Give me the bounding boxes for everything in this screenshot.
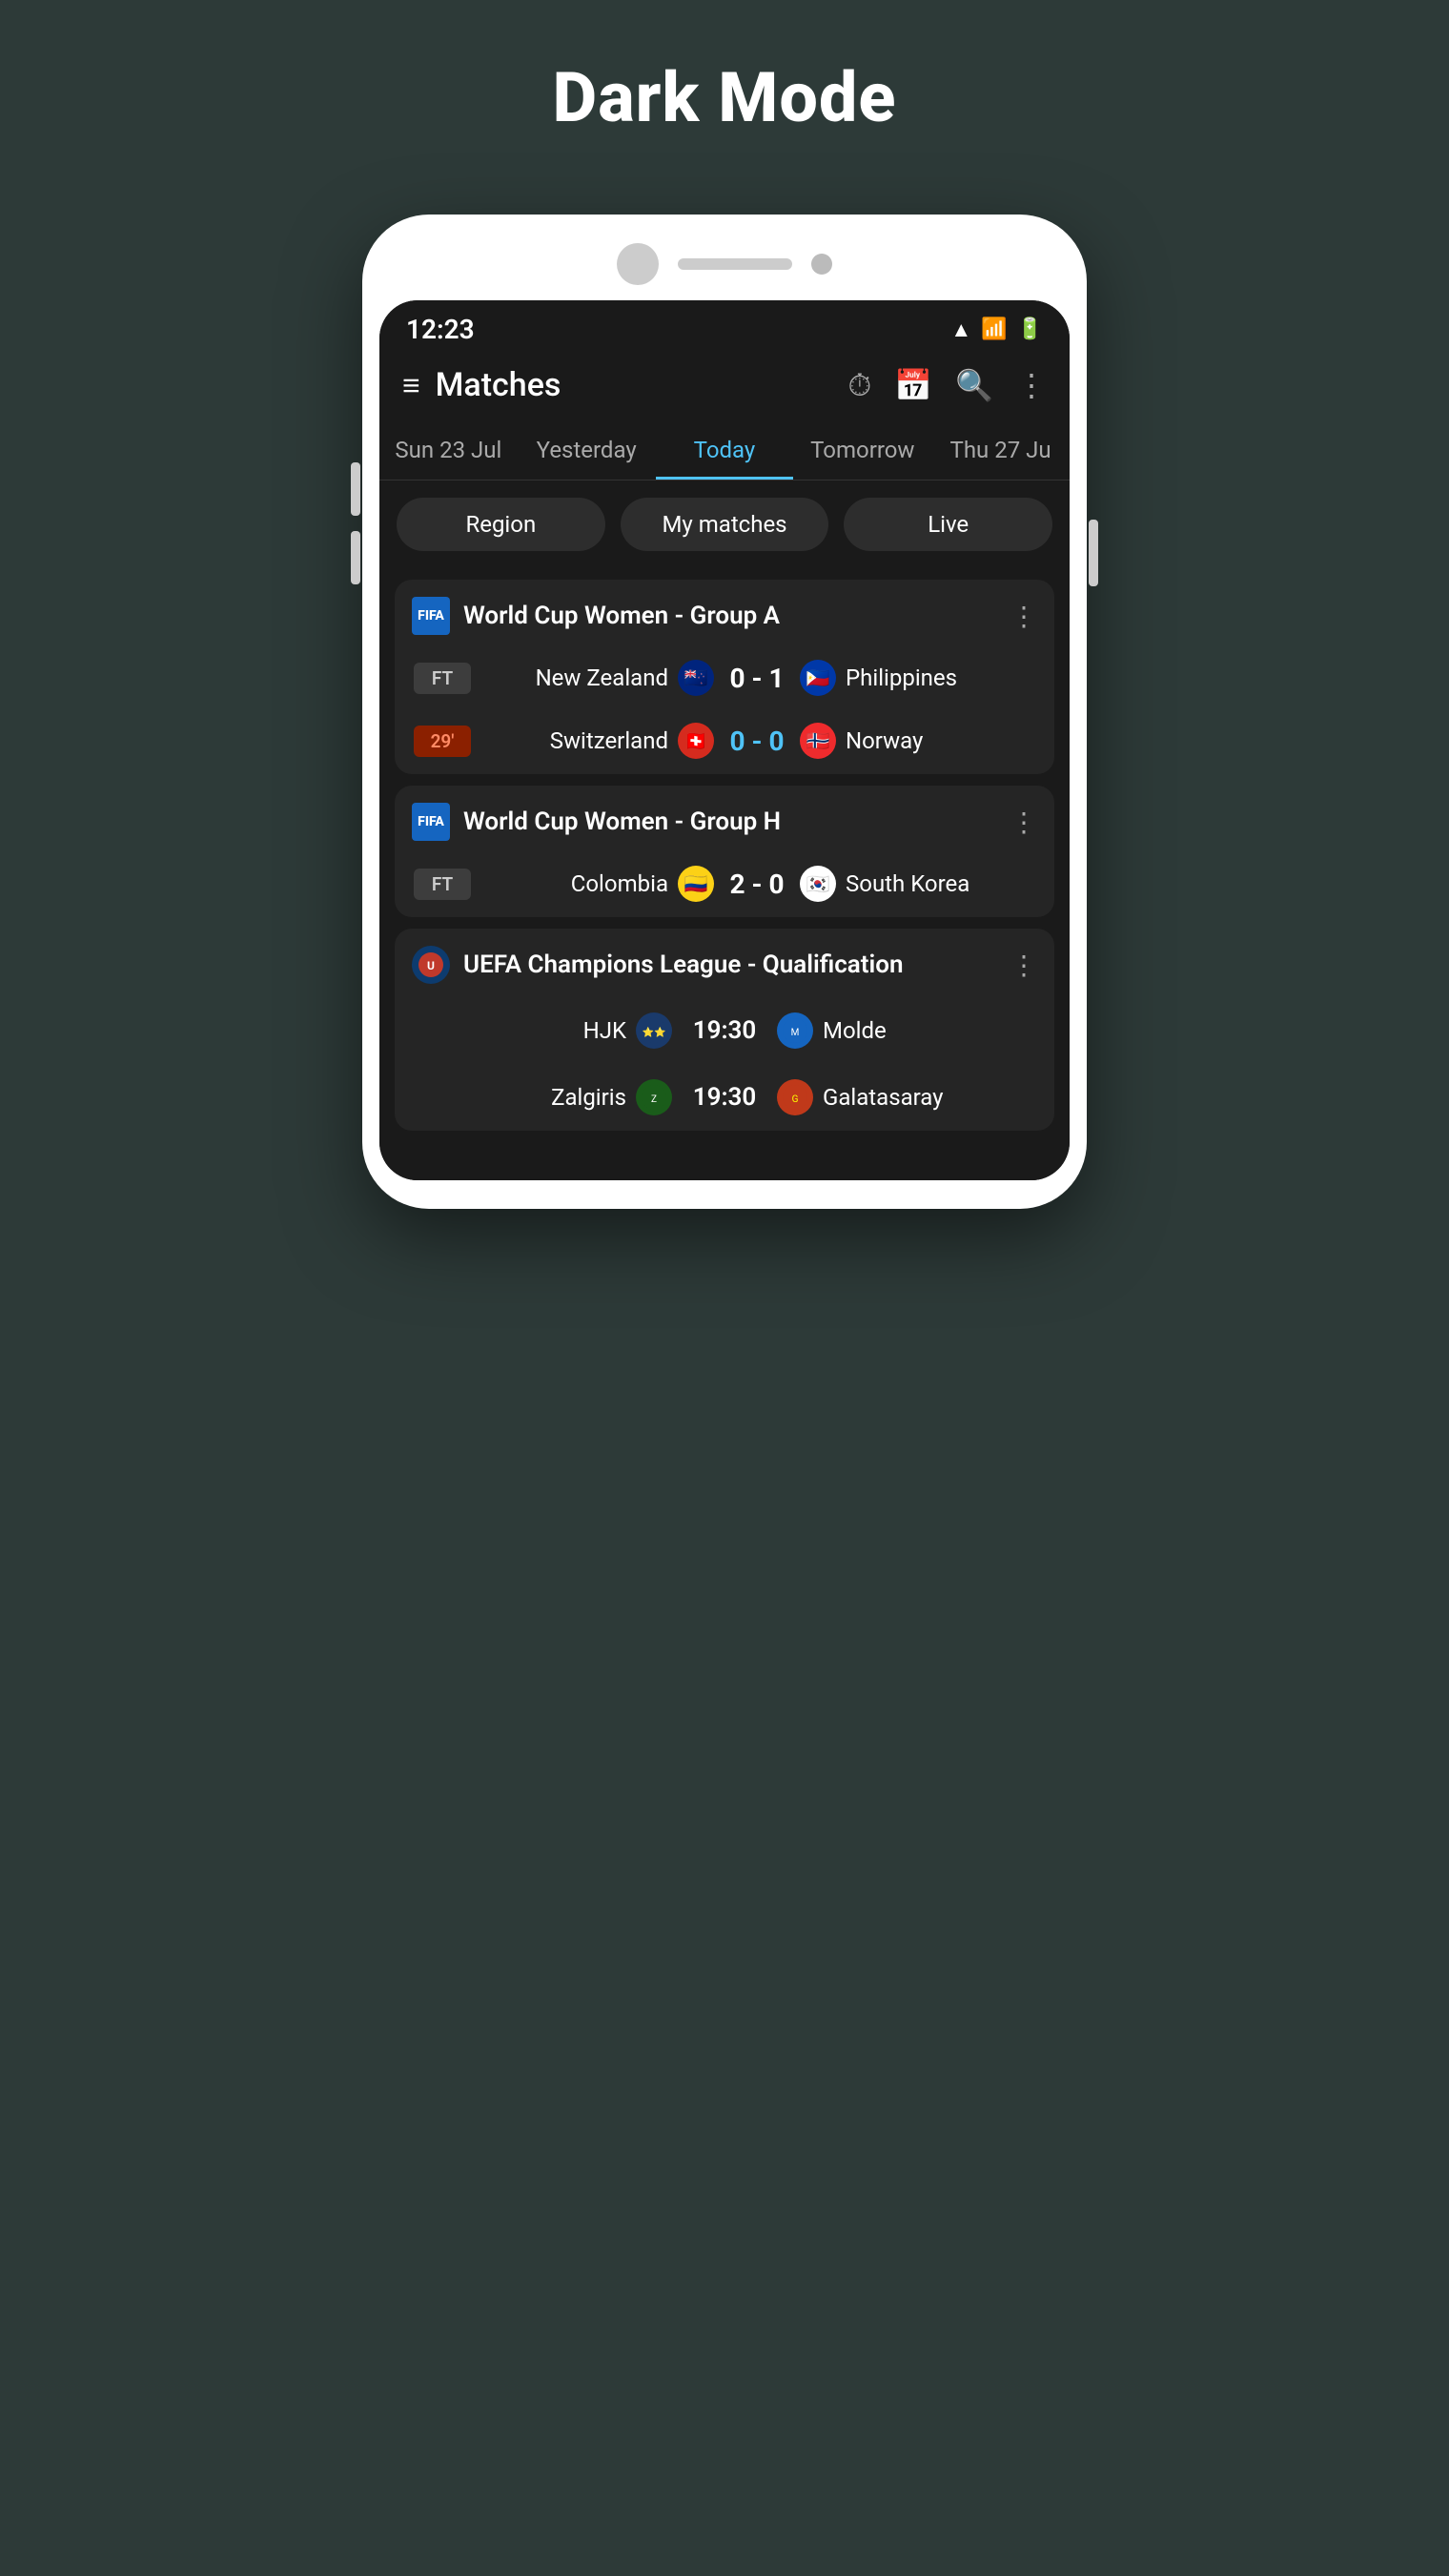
wifi-icon: ▲	[950, 317, 971, 342]
tab-today[interactable]: Today	[656, 418, 794, 480]
league-header-group-h: FIFA World Cup Women - Group H ⋮	[395, 786, 1054, 854]
volume-up-button	[351, 462, 360, 516]
svg-text:U: U	[427, 959, 435, 972]
league-title-group-a: World Cup Women - Group A	[463, 602, 997, 630]
sensor	[811, 254, 832, 275]
battery-icon: 🔋	[1017, 317, 1043, 341]
team-name-no: Norway	[846, 727, 923, 754]
match-row-ch-no[interactable]: 29' Switzerland 🇨🇭 0 - 0 🇳🇴 Norway	[395, 711, 1054, 774]
filter-bar: Region My matches Live	[379, 480, 1070, 568]
league-more-icon-ucl[interactable]: ⋮	[1010, 950, 1037, 981]
team1-nz: New Zealand 🇳🇿	[479, 660, 714, 696]
svg-text:Z: Z	[651, 1094, 657, 1105]
search-icon[interactable]: 🔍	[955, 367, 993, 403]
league-header-group-a: FIFA World Cup Women - Group A ⋮	[395, 580, 1054, 648]
match-row-hjk-molde[interactable]: HJK ⭐⭐ 19:30 M Molde	[395, 997, 1054, 1064]
score-ch-no: 0 - 0	[714, 726, 800, 757]
tab-thu-27-jul[interactable]: Thu 27 Ju	[931, 418, 1070, 480]
flag-ph: 🇵🇭	[800, 660, 836, 696]
flag-nz: 🇳🇿	[678, 660, 714, 696]
match-row-nz-ph[interactable]: FT New Zealand 🇳🇿 0 - 1 🇵🇭 Philippines	[395, 648, 1054, 711]
team-name-nz: New Zealand	[536, 664, 668, 691]
team-name-galatasaray: Galatasaray	[823, 1084, 944, 1111]
speaker	[678, 258, 792, 270]
team-name-kr: South Korea	[846, 870, 969, 897]
match-status-ch-no: 29'	[414, 726, 471, 757]
team2-kr: 🇰🇷 South Korea	[800, 866, 1035, 902]
match-time-hjk-molde: 19:30	[672, 1016, 777, 1045]
fifa-icon-group-h: FIFA	[412, 803, 450, 841]
league-header-ucl: U UEFA Champions League - Qualification …	[395, 929, 1054, 997]
svg-text:⭐⭐: ⭐⭐	[643, 1026, 666, 1038]
club-icon-galatasaray: G	[777, 1079, 813, 1115]
tab-tomorrow[interactable]: Tomorrow	[793, 418, 931, 480]
phone-screen: 12:23 ▲ 📶 🔋 ≡ Matches ⏱ 📅 🔍 ⋮ Sun 23 Jul…	[379, 300, 1070, 1180]
app-title: Matches	[436, 366, 826, 404]
team2-ph: 🇵🇭 Philippines	[800, 660, 1035, 696]
svg-text:G: G	[792, 1094, 799, 1105]
volume-button-area	[351, 462, 360, 584]
match-row-co-kr[interactable]: FT Colombia 🇨🇴 2 - 0 🇰🇷 South Korea	[395, 854, 1054, 917]
page-title: Dark Mode	[553, 57, 897, 138]
signal-icon: 📶	[981, 317, 1007, 341]
tab-yesterday[interactable]: Yesterday	[518, 418, 656, 480]
matches-content: FIFA World Cup Women - Group A ⋮ FT New …	[379, 580, 1070, 1180]
match-card-group-a: FIFA World Cup Women - Group A ⋮ FT New …	[395, 580, 1054, 774]
score-co-kr: 2 - 0	[714, 869, 800, 900]
match-card-group-h: FIFA World Cup Women - Group H ⋮ FT Colo…	[395, 786, 1054, 917]
match-time-zalgiris-galatasaray: 19:30	[672, 1083, 777, 1112]
league-title-ucl: UEFA Champions League - Qualification	[463, 951, 997, 979]
team-name-co: Colombia	[571, 870, 668, 897]
match-card-ucl: U UEFA Champions League - Qualification …	[395, 929, 1054, 1131]
ucl-icon: U	[412, 946, 450, 984]
team-name-zalgiris: Zalgiris	[551, 1084, 626, 1111]
filter-live[interactable]: Live	[844, 498, 1052, 551]
status-icons: ▲ 📶 🔋	[950, 317, 1043, 342]
match-status-co-kr: FT	[414, 869, 471, 900]
league-title-group-h: World Cup Women - Group H	[463, 808, 997, 836]
club-icon-zalgiris: Z	[636, 1079, 672, 1115]
team2-molde: M Molde	[777, 1012, 1035, 1049]
volume-down-button	[351, 531, 360, 584]
calendar-icon[interactable]: 📅	[894, 367, 932, 403]
fifa-icon-group-a: FIFA	[412, 597, 450, 635]
team1-ch: Switzerland 🇨🇭	[479, 723, 714, 759]
more-options-icon[interactable]: ⋮	[1016, 367, 1047, 403]
flag-no: 🇳🇴	[800, 723, 836, 759]
club-icon-molde: M	[777, 1012, 813, 1049]
status-time: 12:23	[406, 314, 475, 345]
league-more-icon-a[interactable]: ⋮	[1010, 601, 1037, 632]
team2-galatasaray: G Galatasaray	[777, 1079, 1035, 1115]
score-nz-ph: 0 - 1	[714, 663, 800, 694]
phone-top-hardware	[379, 243, 1070, 285]
match-status-nz-ph: FT	[414, 663, 471, 694]
app-bar: ≡ Matches ⏱ 📅 🔍 ⋮	[379, 353, 1070, 418]
club-icon-hjk: ⭐⭐	[636, 1012, 672, 1049]
flag-co: 🇨🇴	[678, 866, 714, 902]
status-bar: 12:23 ▲ 📶 🔋	[379, 300, 1070, 353]
team1-hjk: HJK ⭐⭐	[414, 1012, 672, 1049]
phone-frame: 12:23 ▲ 📶 🔋 ≡ Matches ⏱ 📅 🔍 ⋮ Sun 23 Jul…	[362, 215, 1087, 1209]
filter-region[interactable]: Region	[397, 498, 605, 551]
front-camera	[617, 243, 659, 285]
power-button-area	[1089, 520, 1098, 586]
team-name-hjk: HJK	[583, 1017, 626, 1044]
league-more-icon-h[interactable]: ⋮	[1010, 807, 1037, 838]
team1-co: Colombia 🇨🇴	[479, 866, 714, 902]
flag-ch: 🇨🇭	[678, 723, 714, 759]
power-button	[1089, 520, 1098, 586]
filter-my-matches[interactable]: My matches	[621, 498, 829, 551]
date-tab-bar: Sun 23 Jul Yesterday Today Tomorrow Thu …	[379, 418, 1070, 480]
menu-icon[interactable]: ≡	[402, 367, 420, 403]
team2-no: 🇳🇴 Norway	[800, 723, 1035, 759]
tab-sun-23-jul[interactable]: Sun 23 Jul	[379, 418, 518, 480]
history-icon[interactable]: ⏱	[847, 367, 871, 404]
team-name-ch: Switzerland	[550, 727, 668, 754]
team1-zalgiris: Zalgiris Z	[414, 1079, 672, 1115]
svg-text:M: M	[791, 1028, 800, 1038]
flag-kr: 🇰🇷	[800, 866, 836, 902]
team-name-molde: Molde	[823, 1017, 887, 1044]
match-row-zalgiris-galatasaray[interactable]: Zalgiris Z 19:30 G Galatasaray	[395, 1064, 1054, 1131]
team-name-ph: Philippines	[846, 664, 957, 691]
